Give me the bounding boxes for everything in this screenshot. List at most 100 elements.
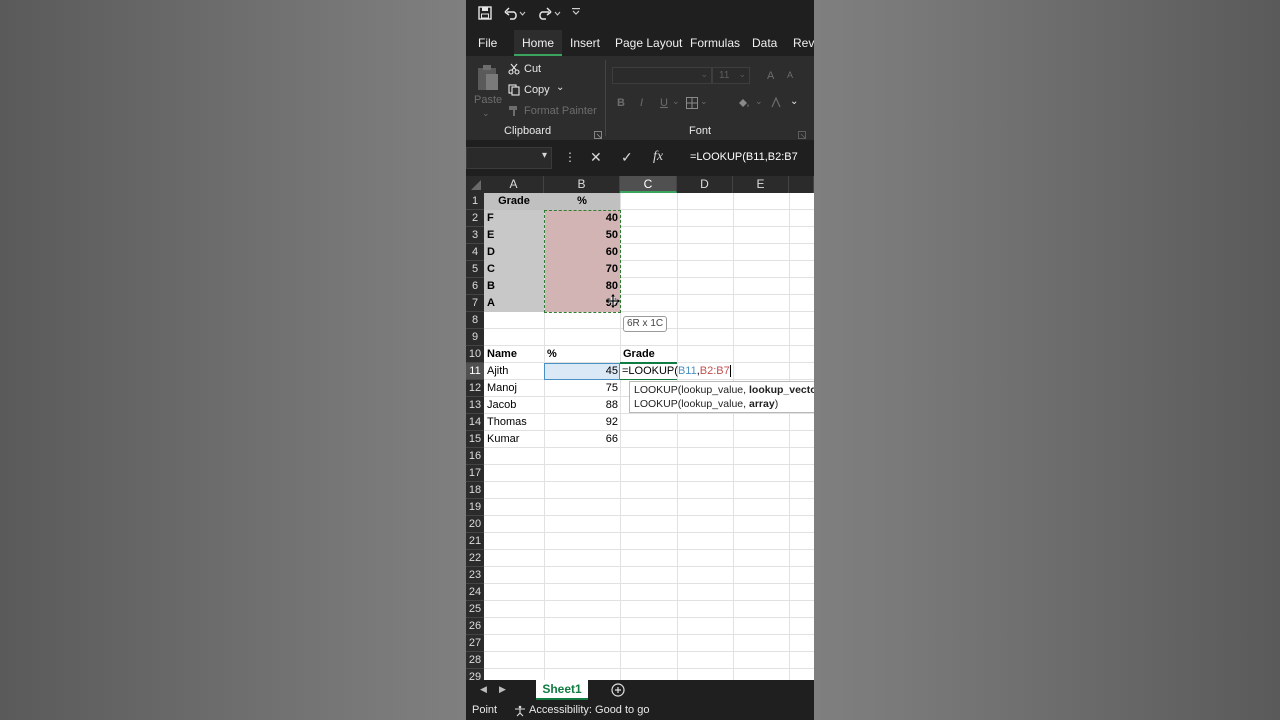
accessibility-status[interactable]: Accessibility: Good to go xyxy=(529,701,649,720)
hint-line-vector[interactable]: LOOKUP(lookup_value, lookup_vector xyxy=(634,383,814,397)
row-header[interactable]: 7 xyxy=(466,295,484,312)
spreadsheet-grid[interactable]: A B C D E 1 2 3 4 5 6 7 8 9 10 11 12 13 14 15 16 17 18 19 2… xyxy=(466,176,814,680)
row-header[interactable]: 27 xyxy=(466,635,484,652)
student-name-cell[interactable]: Thomas xyxy=(487,414,527,431)
row-header[interactable]: 25 xyxy=(466,601,484,618)
row-header[interactable]: 20 xyxy=(466,516,484,533)
row-header[interactable]: 8 xyxy=(466,312,484,329)
column-header-e[interactable]: E xyxy=(733,176,789,193)
row-header[interactable]: 26 xyxy=(466,618,484,635)
bold-button[interactable]: B xyxy=(617,97,625,109)
select-all-corner[interactable] xyxy=(466,176,484,193)
accessibility-icon[interactable] xyxy=(514,705,526,720)
fill-color-chevron-icon[interactable]: ⌄ xyxy=(755,96,763,107)
student-name-cell[interactable]: Jacob xyxy=(487,397,516,414)
row-header[interactable]: 17 xyxy=(466,465,484,482)
row-header[interactable]: 24 xyxy=(466,584,484,601)
borders-icon[interactable] xyxy=(686,96,698,114)
student-pct-cell[interactable]: 92 xyxy=(544,414,618,431)
row-header[interactable]: 22 xyxy=(466,550,484,567)
save-icon[interactable] xyxy=(478,6,492,23)
row-header[interactable]: 21 xyxy=(466,533,484,550)
sheet-tab-sheet1[interactable]: Sheet1 xyxy=(536,680,588,700)
tab-review[interactable]: Revi xyxy=(793,30,814,56)
insert-function-icon[interactable]: fx xyxy=(653,149,663,165)
format-painter-icon[interactable] xyxy=(508,104,520,122)
fill-color-icon[interactable] xyxy=(737,96,751,114)
row-header[interactable]: 12 xyxy=(466,380,484,397)
row-header[interactable]: 14 xyxy=(466,414,484,431)
copy-label[interactable]: Copy xyxy=(524,84,550,96)
enter-icon[interactable]: ✓ xyxy=(621,149,633,165)
name-box-chevron-icon[interactable]: ▾ xyxy=(542,150,547,161)
tab-data[interactable]: Data xyxy=(752,30,777,56)
grade-cell[interactable]: A xyxy=(487,295,495,312)
tab-insert[interactable]: Insert xyxy=(570,30,600,56)
student-name-cell[interactable]: Manoj xyxy=(487,380,517,397)
shrink-font-button[interactable]: A xyxy=(787,70,793,80)
formula-text[interactable]: =LOOKUP(B11,B2:B7 xyxy=(690,151,798,163)
student-name-cell[interactable]: Kumar xyxy=(487,431,519,448)
row-header[interactable]: 23 xyxy=(466,567,484,584)
student-pct-cell[interactable]: 45 xyxy=(544,363,618,380)
grade-cell[interactable]: B xyxy=(487,278,495,295)
row-header[interactable]: 9 xyxy=(466,329,484,346)
add-sheet-icon[interactable] xyxy=(611,683,625,702)
row-header[interactable]: 6 xyxy=(466,278,484,295)
student-pct-header[interactable]: % xyxy=(547,346,557,363)
grade-header[interactable]: Grade xyxy=(484,193,544,210)
font-color-chevron-icon[interactable]: ⌄ xyxy=(790,96,798,107)
row-header[interactable]: 13 xyxy=(466,397,484,414)
underline-button[interactable]: U xyxy=(660,97,668,109)
underline-chevron-icon[interactable]: ⌄ xyxy=(672,96,680,107)
cut-icon[interactable] xyxy=(508,62,520,80)
grade-cell[interactable]: D xyxy=(487,244,495,261)
row-header[interactable]: 2 xyxy=(466,210,484,227)
column-header-b[interactable]: B xyxy=(544,176,620,193)
row-header[interactable]: 28 xyxy=(466,652,484,669)
row-header[interactable]: 29 xyxy=(466,669,484,680)
font-color-icon[interactable] xyxy=(771,96,781,114)
undo-icon[interactable] xyxy=(504,6,526,23)
grade-cell[interactable]: C xyxy=(487,261,495,278)
column-header-f[interactable] xyxy=(789,176,814,193)
paste-label[interactable]: Paste xyxy=(474,94,502,106)
scroll-right-icon[interactable]: ▶ xyxy=(499,684,506,695)
row-header[interactable]: 1 xyxy=(466,193,484,210)
cell-edit-formula[interactable]: =LOOKUP(B11,B2:B7 xyxy=(622,363,731,380)
font-size-combo[interactable]: 11 ⌄ xyxy=(712,67,750,84)
grade-cell[interactable]: E xyxy=(487,227,494,244)
hint-line-array[interactable]: LOOKUP(lookup_value, array) xyxy=(634,397,814,411)
student-pct-cell[interactable]: 88 xyxy=(544,397,618,414)
student-pct-cell[interactable]: 75 xyxy=(544,380,618,397)
tab-formulas[interactable]: Formulas xyxy=(690,30,740,56)
italic-button[interactable]: I xyxy=(640,97,643,109)
student-name-cell[interactable]: Ajith xyxy=(487,363,508,380)
name-header[interactable]: Name xyxy=(487,346,517,363)
student-grade-header[interactable]: Grade xyxy=(623,346,655,363)
paste-icon[interactable] xyxy=(476,64,500,97)
format-painter-label[interactable]: Format Painter xyxy=(524,105,597,117)
cut-label[interactable]: Cut xyxy=(524,63,541,75)
column-header-a[interactable]: A xyxy=(484,176,544,193)
copy-icon[interactable] xyxy=(508,83,520,101)
font-name-combo[interactable]: ⌄ xyxy=(612,67,712,84)
pct-header[interactable]: % xyxy=(544,193,620,210)
scroll-left-icon[interactable]: ◀ xyxy=(480,684,487,695)
row-header[interactable]: 11 xyxy=(466,363,484,380)
row-header[interactable]: 4 xyxy=(466,244,484,261)
row-header[interactable]: 16 xyxy=(466,448,484,465)
customize-toolbar-icon[interactable] xyxy=(572,6,580,22)
name-box[interactable]: ▾ xyxy=(466,147,552,169)
tab-home[interactable]: Home xyxy=(514,30,563,56)
row-header[interactable]: 15 xyxy=(466,431,484,448)
borders-chevron-icon[interactable]: ⌄ xyxy=(700,96,708,107)
cancel-icon[interactable]: ✕ xyxy=(590,149,602,165)
student-pct-cell[interactable]: 66 xyxy=(544,431,618,448)
redo-icon[interactable] xyxy=(537,6,561,23)
grow-font-button[interactable]: A xyxy=(767,70,774,82)
column-header-d[interactable]: D xyxy=(677,176,733,193)
column-header-c[interactable]: C xyxy=(620,176,677,193)
row-header[interactable]: 19 xyxy=(466,499,484,516)
grade-cell[interactable]: F xyxy=(487,210,494,227)
